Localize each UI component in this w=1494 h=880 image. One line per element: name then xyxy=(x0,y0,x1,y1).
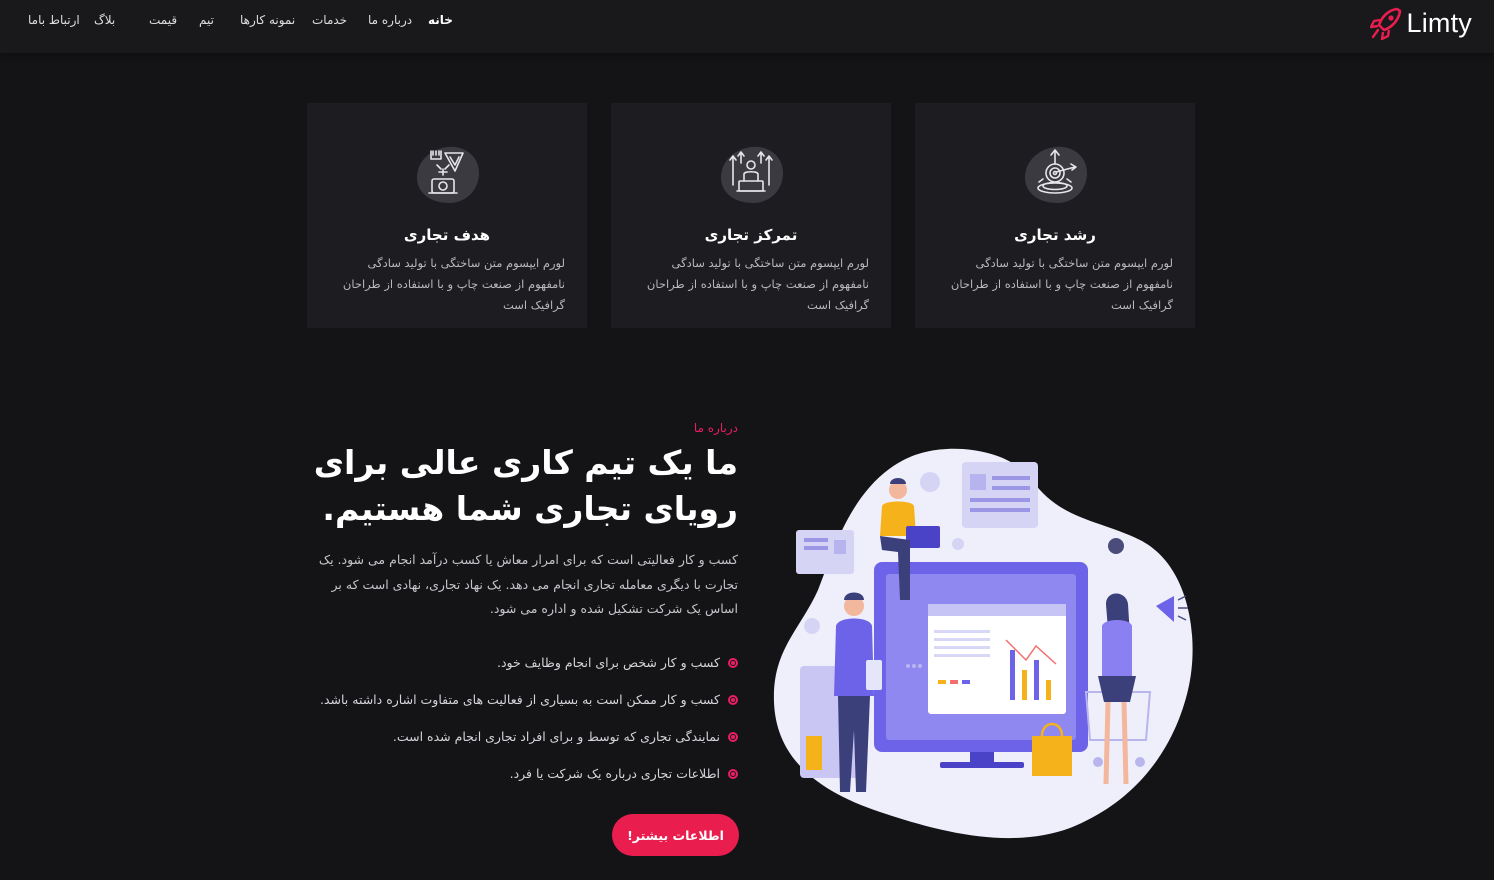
feature-card-title: هدف تجاری xyxy=(403,226,491,244)
list-item: کسب و کار ممکن است به بسیاری از فعالیت ه… xyxy=(298,681,738,718)
rocket-icon xyxy=(1370,7,1402,40)
about-title: ما یک تیم کاری عالی برای رویای تجاری شما… xyxy=(313,443,738,528)
bullet-icon xyxy=(728,731,738,742)
list-item-text: کسب و کار شخص برای انجام وظایف خود. xyxy=(496,655,720,670)
business-goal-icon xyxy=(417,146,479,203)
feature-card-title: تمرکز تجاری xyxy=(704,226,798,244)
nav-item-blog[interactable]: بلاگ xyxy=(94,13,115,27)
about-kicker: درباره ما xyxy=(693,421,738,435)
bullet-icon xyxy=(728,694,738,705)
feature-card-title: رشد تجاری xyxy=(1014,226,1096,244)
feature-card-goal: هدف تجاری لورم ایپسوم متن ساختگی با تولی… xyxy=(307,103,587,328)
nav-item-about[interactable]: درباره ما xyxy=(368,13,412,27)
list-item: کسب و کار شخص برای انجام وظایف خود. xyxy=(298,644,738,681)
team-focus-icon xyxy=(721,146,783,203)
feature-card-text: لورم ایپسوم متن ساختگی با تولید سادگی نا… xyxy=(950,256,1173,312)
feature-card-text: لورم ایپسوم متن ساختگی با تولید سادگی نا… xyxy=(646,256,869,312)
nav-item-services[interactable]: خدمات xyxy=(312,13,347,27)
list-item-text: نمایندگی تجاری که توسط و برای افراد تجار… xyxy=(392,729,720,744)
business-team-illustration xyxy=(773,448,1193,839)
brand-name: Limty xyxy=(1406,7,1472,38)
nav-item-pricing[interactable]: قیمت xyxy=(149,13,177,27)
site-header: Limty خانه درباره ما خدمات نمونه کارها ت… xyxy=(0,0,1494,53)
growth-target-icon xyxy=(1025,146,1087,203)
feature-card-growth: رشد تجاری لورم ایپسوم متن ساختگی با تولی… xyxy=(915,103,1195,328)
nav-item-home[interactable]: خانه xyxy=(428,13,453,27)
bullet-icon xyxy=(728,657,738,668)
list-item: اطلاعات تجاری درباره یک شرکت یا فرد. xyxy=(298,755,738,792)
brand-logo[interactable]: Limty xyxy=(1370,4,1472,42)
list-item-text: کسب و کار ممکن است به بسیاری از فعالیت ه… xyxy=(319,692,720,707)
nav-item-contact[interactable]: ارتباط باما xyxy=(28,13,80,27)
list-item-text: اطلاعات تجاری درباره یک شرکت یا فرد. xyxy=(509,766,720,781)
feature-card-text: لورم ایپسوم متن ساختگی با تولید سادگی نا… xyxy=(342,256,565,312)
feature-card-focus: تمرکز تجاری لورم ایپسوم متن ساختگی با تو… xyxy=(611,103,891,328)
list-item: نمایندگی تجاری که توسط و برای افراد تجار… xyxy=(298,718,738,755)
about-description: کسب و کار فعالیتی است که برای امرار معاش… xyxy=(318,552,738,616)
bullet-icon xyxy=(728,768,738,779)
learn-more-button[interactable]: اطلاعات بیشتر! xyxy=(612,814,739,856)
nav-item-team[interactable]: تیم xyxy=(199,13,214,27)
about-points: کسب و کار شخص برای انجام وظایف خود. کسب … xyxy=(298,644,738,792)
nav-item-portfolio[interactable]: نمونه کارها xyxy=(240,13,295,27)
